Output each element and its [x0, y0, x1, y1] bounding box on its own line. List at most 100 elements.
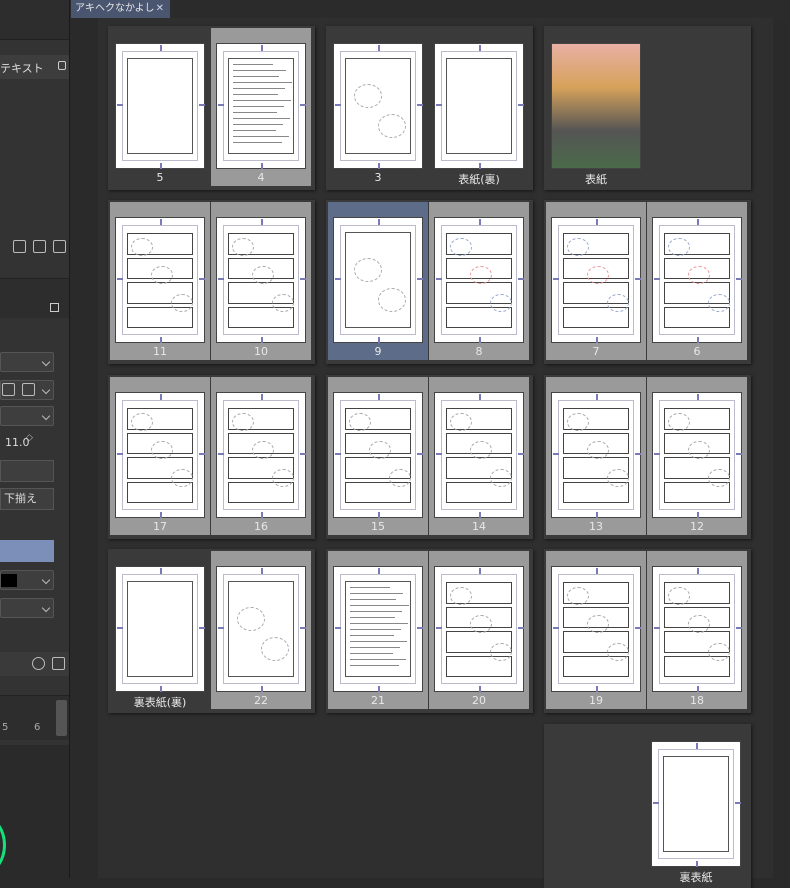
page-slot[interactable]: 17: [110, 377, 210, 535]
page-slot[interactable]: 4: [211, 28, 311, 186]
vertical-scrollbar[interactable]: [773, 18, 790, 878]
page-slot[interactable]: 12: [647, 377, 747, 535]
text-layer-row[interactable]: テキスト: [0, 55, 69, 79]
page-slot[interactable]: 21: [328, 551, 428, 709]
close-icon[interactable]: ✕: [156, 0, 164, 17]
sketch-stroke: [272, 469, 294, 487]
page-thumbnail[interactable]: [652, 566, 742, 692]
text-line: [350, 605, 409, 606]
page-slot[interactable]: 5: [110, 28, 210, 186]
register-mark: [378, 45, 380, 51]
page-thumbnail[interactable]: [652, 392, 742, 518]
settings-icon[interactable]: [32, 657, 45, 670]
page-thumbnail[interactable]: [434, 392, 524, 518]
sketch-stroke: [389, 469, 411, 487]
text-align-field[interactable]: [0, 460, 54, 482]
page-frame: [446, 58, 512, 154]
trash-icon[interactable]: [53, 240, 66, 253]
page-thumbnail[interactable]: [333, 392, 423, 518]
page-label: 15: [371, 520, 385, 533]
page-thumbnail[interactable]: [216, 392, 306, 518]
page-thumbnail[interactable]: [216, 566, 306, 692]
page-thumbnail[interactable]: [115, 392, 205, 518]
page-thumbnail[interactable]: [551, 217, 641, 343]
page-frame: [228, 581, 294, 677]
page-slot[interactable]: 表紙: [546, 28, 646, 186]
page-manager-canvas[interactable]: 5 4 3 表紙(裏) 表紙 11 10 9 8 7 6 17 16 15 14 13 12 裏表紙(裏) 22 21…: [98, 18, 773, 888]
page-slot[interactable]: 裏表紙(裏): [110, 551, 210, 709]
register-mark: [261, 45, 263, 51]
page-thumbnail[interactable]: [333, 217, 423, 343]
page-thumbnail[interactable]: [434, 566, 524, 692]
sketch-stroke: [587, 441, 609, 459]
outline-select[interactable]: [0, 598, 54, 618]
lock-icon[interactable]: [58, 61, 66, 70]
page-slot[interactable]: 裏表紙: [646, 726, 746, 884]
register-mark: [378, 686, 380, 692]
document-tab[interactable]: アキヘクなかよし ✕: [71, 0, 170, 18]
add-style-icon[interactable]: [2, 383, 15, 396]
page-slot[interactable]: 9: [328, 202, 428, 360]
page-slot[interactable]: 14: [429, 377, 529, 535]
page-thumbnail[interactable]: [333, 566, 423, 692]
weight-select[interactable]: [0, 406, 54, 426]
page-thumbnail[interactable]: [551, 566, 641, 692]
page-slot[interactable]: 15: [328, 377, 428, 535]
register-mark: [378, 163, 380, 169]
register-mark: [479, 219, 481, 225]
page-slot[interactable]: 6: [647, 202, 747, 360]
navigator-circle[interactable]: [0, 815, 6, 875]
color-select[interactable]: [0, 570, 54, 590]
page-thumbnail[interactable]: [115, 43, 205, 169]
page-slot[interactable]: 13: [546, 377, 646, 535]
register-mark: [697, 337, 699, 343]
sketch-stroke: [151, 266, 173, 284]
page-thumbnail[interactable]: [652, 217, 742, 343]
align-bottom-button[interactable]: 下揃え: [0, 488, 54, 510]
register-mark: [697, 512, 699, 518]
page-slot[interactable]: 20: [429, 551, 529, 709]
register-mark: [653, 802, 659, 804]
page-thumbnail[interactable]: [651, 741, 741, 867]
sketch-stroke: [237, 607, 265, 631]
register-mark: [335, 453, 341, 455]
page-slot[interactable]: 18: [647, 551, 747, 709]
page-thumbnail[interactable]: [115, 217, 205, 343]
page-thumbnail[interactable]: [434, 217, 524, 343]
page-thumbnail[interactable]: [216, 43, 306, 169]
page-slot[interactable]: 16: [211, 377, 311, 535]
page-slot[interactable]: 3: [328, 28, 428, 186]
page-thumbnail[interactable]: [216, 217, 306, 343]
import-icon[interactable]: [13, 240, 26, 253]
copy-style-icon[interactable]: [22, 383, 35, 396]
color-bar[interactable]: [0, 540, 54, 562]
register-mark: [335, 278, 341, 280]
page-slot[interactable]: 8: [429, 202, 529, 360]
page-thumbnail[interactable]: [551, 392, 641, 518]
register-mark: [479, 686, 481, 692]
page-spread: 15 14: [326, 375, 533, 539]
spinner-icon[interactable]: ◇: [26, 433, 33, 443]
page-thumbnail[interactable]: [115, 566, 205, 692]
wrench-icon[interactable]: [52, 657, 65, 670]
unlock-icon[interactable]: [50, 303, 59, 312]
page-num-5[interactable]: 5: [2, 722, 8, 733]
page-slot[interactable]: 22: [211, 551, 311, 709]
page-label: 5: [156, 171, 164, 184]
font-select[interactable]: [0, 352, 54, 372]
page-slot[interactable]: 表紙(裏): [429, 28, 529, 186]
page-slot[interactable]: 7: [546, 202, 646, 360]
page-slot[interactable]: 11: [110, 202, 210, 360]
page-slot[interactable]: 10: [211, 202, 311, 360]
sketch-stroke: [450, 413, 472, 431]
page-num-6[interactable]: 6: [34, 722, 40, 733]
register-mark: [518, 453, 524, 455]
text-line: [350, 647, 400, 648]
duplicate-icon[interactable]: [33, 240, 46, 253]
page-thumbnail[interactable]: [333, 43, 423, 169]
register-mark: [261, 394, 263, 400]
page-slot[interactable]: 19: [546, 551, 646, 709]
nav-scrollbar[interactable]: [56, 700, 67, 736]
register-mark: [218, 627, 224, 629]
page-thumbnail[interactable]: [434, 43, 524, 169]
